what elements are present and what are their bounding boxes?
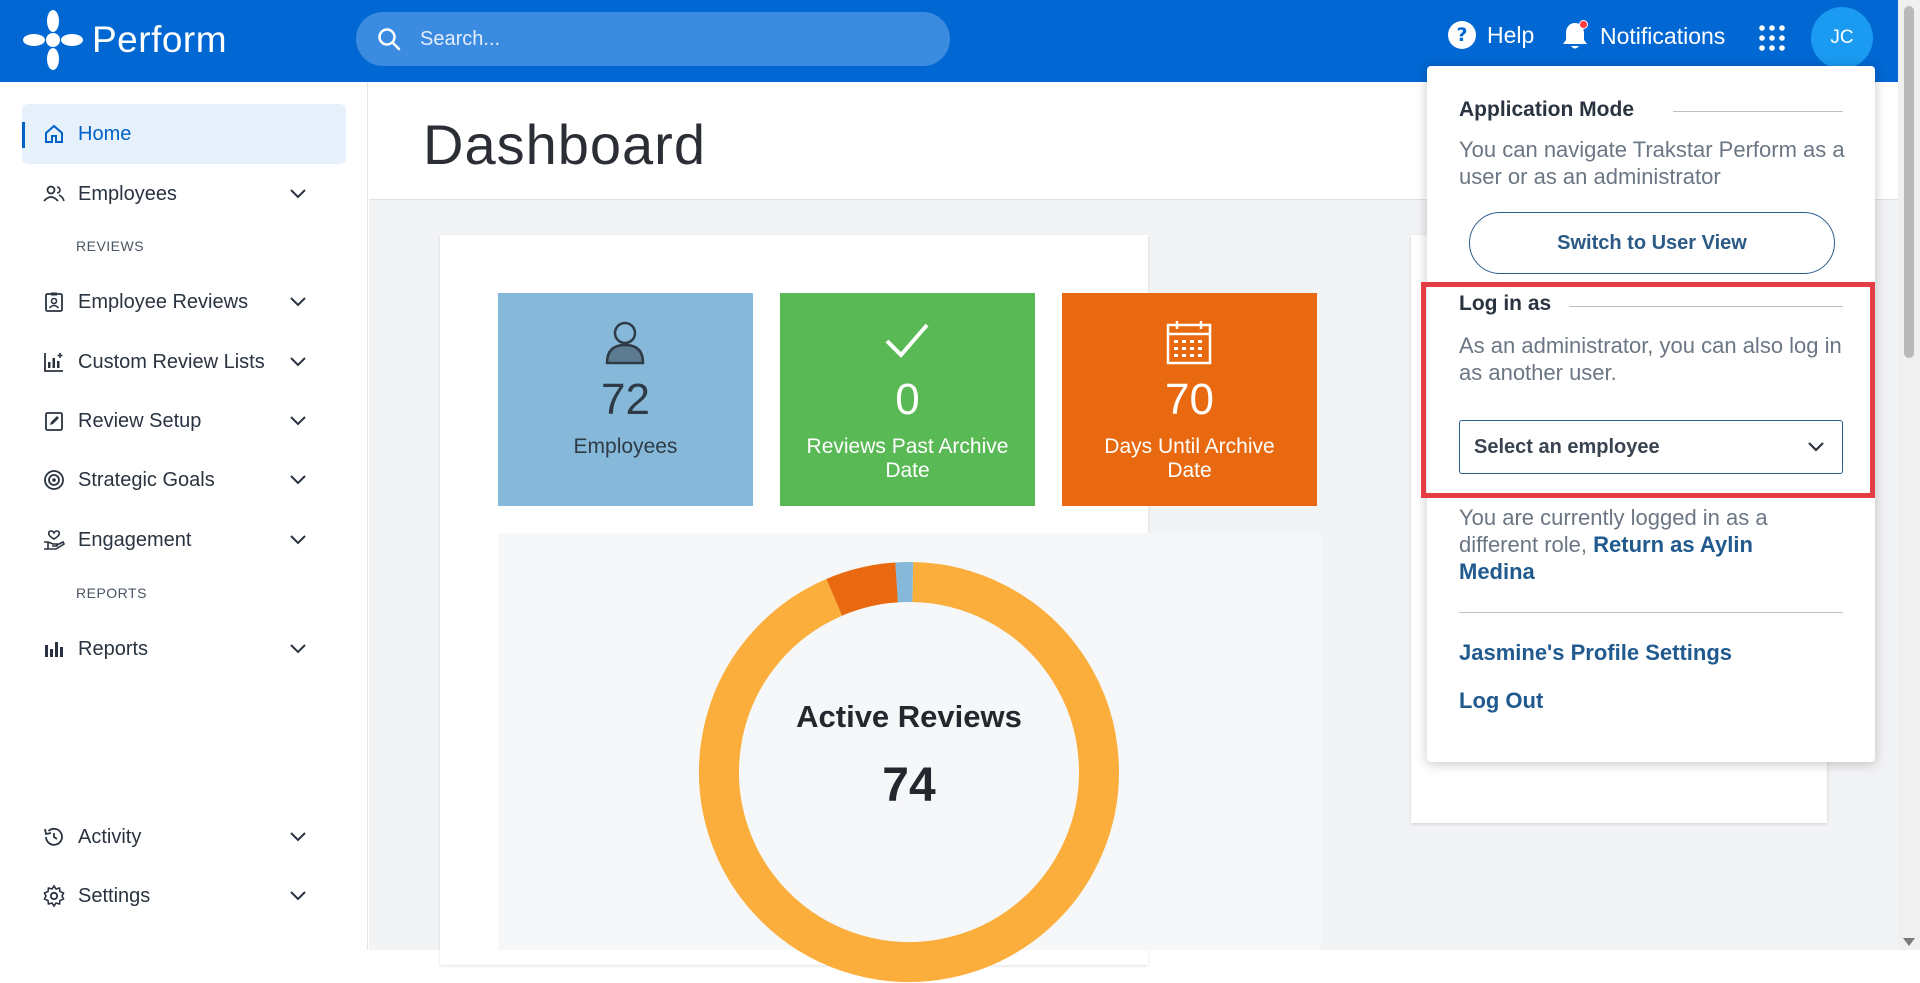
chevron-down-icon xyxy=(288,471,308,489)
highlight-box xyxy=(1421,282,1875,498)
profile-settings-link[interactable]: Jasmine's Profile Settings xyxy=(1459,640,1732,666)
help-label: Help xyxy=(1487,22,1534,49)
search-bar xyxy=(356,12,950,66)
tile-label: Days Until Archive Date xyxy=(1082,435,1297,483)
donut-title: Active Reviews xyxy=(698,699,1120,735)
reports-section-heading: REPORTS xyxy=(76,585,147,601)
days-until-archive-tile[interactable]: 70 Days Until Archive Date xyxy=(1062,293,1317,506)
sidebar-item-home[interactable]: Home xyxy=(22,104,346,164)
tile-label: Employees xyxy=(518,435,733,459)
reviews-section-heading: REVIEWS xyxy=(76,238,144,254)
chevron-down-icon xyxy=(288,828,308,846)
tile-value: 72 xyxy=(498,375,753,425)
bell-icon xyxy=(1560,20,1590,52)
sidebar-item-label: Review Setup xyxy=(78,410,201,433)
svg-text:?: ? xyxy=(1456,24,1467,46)
sidebar-item-label: Employee Reviews xyxy=(78,291,248,314)
page-title: Dashboard xyxy=(423,112,706,177)
tile-value: 70 xyxy=(1062,375,1317,425)
chevron-down-icon xyxy=(288,531,308,549)
help-button[interactable]: ? Help xyxy=(1447,20,1534,50)
sidebar-item-activity[interactable]: Activity xyxy=(22,807,346,867)
sidebar-item-employee-reviews[interactable]: Employee Reviews xyxy=(22,272,346,332)
person-icon xyxy=(600,319,650,365)
user-avatar[interactable]: JC xyxy=(1811,7,1873,69)
bar-chart-icon xyxy=(42,637,66,661)
chevron-down-icon xyxy=(288,640,308,658)
apps-grid-icon[interactable] xyxy=(1757,23,1787,53)
sidebar: Home Employees REVIEWS Employee Reviews … xyxy=(0,82,368,950)
scrollbar-thumb[interactable] xyxy=(1904,6,1914,358)
history-icon xyxy=(42,825,66,849)
application-mode-heading: Application Mode xyxy=(1459,98,1634,122)
chevron-down-icon xyxy=(288,887,308,905)
section-divider xyxy=(1459,612,1843,613)
calendar-icon xyxy=(1164,319,1214,365)
clipboard-edit-icon xyxy=(42,409,66,433)
sidebar-item-label: Reports xyxy=(78,638,148,661)
scroll-down-arrow-icon[interactable] xyxy=(1903,938,1915,946)
hand-heart-icon xyxy=(42,528,66,552)
tile-label: Reviews Past Archive Date xyxy=(800,435,1015,483)
people-icon xyxy=(42,182,66,206)
help-icon: ? xyxy=(1447,20,1477,50)
perform-logo-icon xyxy=(22,9,84,71)
home-icon xyxy=(42,122,66,146)
logo-text: Perform xyxy=(92,19,227,61)
sidebar-item-custom-review-lists[interactable]: Custom Review Lists xyxy=(22,332,346,392)
heading-divider xyxy=(1673,111,1843,112)
sidebar-item-label: Activity xyxy=(78,826,141,849)
tile-value: 0 xyxy=(780,375,1035,425)
sidebar-item-strategic-goals[interactable]: Strategic Goals xyxy=(22,450,346,510)
checkmark-icon xyxy=(882,319,932,365)
employees-tile[interactable]: 72 Employees xyxy=(498,293,753,506)
chevron-down-icon xyxy=(288,185,308,203)
sidebar-item-settings[interactable]: Settings xyxy=(22,866,346,926)
app-logo[interactable]: Perform xyxy=(22,10,227,70)
chevron-down-icon xyxy=(288,353,308,371)
donut-segment[interactable] xyxy=(834,582,896,597)
sidebar-item-label: Engagement xyxy=(78,529,191,552)
sidebar-item-label: Home xyxy=(78,123,131,146)
review-badge-icon xyxy=(42,290,66,314)
target-icon xyxy=(42,468,66,492)
reviews-past-archive-tile[interactable]: 0 Reviews Past Archive Date xyxy=(780,293,1035,506)
sidebar-item-label: Employees xyxy=(78,183,177,206)
gear-icon xyxy=(42,884,66,908)
sidebar-item-label: Strategic Goals xyxy=(78,469,215,492)
sidebar-item-engagement[interactable]: Engagement xyxy=(22,510,346,570)
search-icon xyxy=(376,26,402,52)
chevron-down-icon xyxy=(288,412,308,430)
application-mode-text: You can navigate Trakstar Perform as a u… xyxy=(1459,136,1849,190)
current-role-message: You are currently logged in as a differe… xyxy=(1459,504,1819,585)
sidebar-item-label: Custom Review Lists xyxy=(78,351,265,374)
chart-list-icon xyxy=(42,350,66,374)
chevron-down-icon xyxy=(288,293,308,311)
notification-dot xyxy=(1579,20,1588,29)
switch-to-user-view-button[interactable]: Switch to User View xyxy=(1469,212,1835,274)
sidebar-item-reports[interactable]: Reports xyxy=(22,619,346,679)
sidebar-item-label: Settings xyxy=(78,885,150,908)
donut-value: 74 xyxy=(698,758,1120,813)
notifications-button[interactable]: Notifications xyxy=(1560,20,1725,52)
page-scrollbar[interactable] xyxy=(1898,0,1920,950)
sidebar-item-employees[interactable]: Employees xyxy=(22,164,346,224)
notifications-label: Notifications xyxy=(1600,23,1725,50)
sidebar-item-review-setup[interactable]: Review Setup xyxy=(22,391,346,451)
log-out-link[interactable]: Log Out xyxy=(1459,688,1543,714)
search-input[interactable] xyxy=(420,28,900,51)
